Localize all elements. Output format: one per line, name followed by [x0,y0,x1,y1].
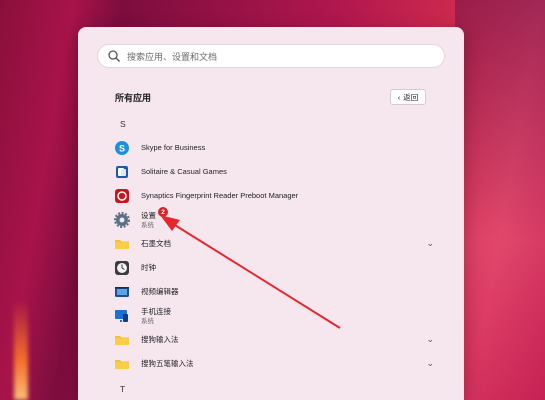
app-name: 搜狗五笔输入法 [141,359,194,368]
app-folder-shimo[interactable]: 石墨文档 ⌄ [114,233,434,255]
clock-icon [114,260,130,276]
app-item-settings[interactable]: 设置 系统 2 [114,207,434,231]
solitaire-icon [114,164,130,180]
app-folder-sogou-wubi[interactable]: 搜狗五笔输入法 ⌄ [114,353,434,375]
search-placeholder[interactable]: 搜索应用、设置和文档 [127,50,217,63]
start-menu: 搜索应用、设置和文档 所有应用 ‹ 返回 S S Skype for Busin… [78,27,464,400]
back-button-label: 返回 [403,92,419,102]
letter-header-t[interactable]: T [120,384,125,394]
folder-icon [114,356,130,372]
app-item-video-editor[interactable]: 视频编辑器 [114,281,434,303]
app-name: 时钟 [141,263,156,272]
svg-text:S: S [119,144,125,154]
app-item-skype[interactable]: S Skype for Business [114,137,434,159]
wallpaper-right-glow [455,0,545,400]
chevron-down-icon[interactable]: ⌄ [426,334,434,345]
phone-link-icon [114,308,130,324]
synaptics-icon [114,188,130,204]
back-button[interactable]: ‹ 返回 [390,89,426,105]
app-item-synaptics[interactable]: Synaptics Fingerprint Reader Preboot Man… [114,185,434,207]
app-name: 搜狗输入法 [141,335,179,344]
folder-icon [114,236,130,252]
all-apps-title: 所有应用 [115,93,152,103]
video-editor-icon [114,284,130,300]
app-name: 手机连接 [141,306,171,316]
app-subtitle: 系统 [141,221,154,229]
app-name: 视频编辑器 [141,287,179,296]
chevron-down-icon[interactable]: ⌄ [426,358,434,369]
skype-icon: S [114,140,130,156]
app-item-clock[interactable]: 时钟 [114,257,434,279]
app-name: 石墨文档 [141,239,171,248]
gear-icon [114,212,130,228]
app-subtitle: 系统 [141,317,154,325]
letter-header-s[interactable]: S [120,119,126,129]
app-item-solitaire[interactable]: Solitaire & Casual Games [114,161,434,183]
app-name: Synaptics Fingerprint Reader Preboot Man… [141,191,299,200]
app-name: Skype for Business [141,143,206,152]
app-name: Solitaire & Casual Games [141,167,227,176]
app-name: 设置 [141,210,156,220]
notification-badge: 2 [158,207,168,217]
wallpaper-light-streak [14,300,28,400]
chevron-down-icon[interactable]: ⌄ [426,238,434,249]
chevron-left-icon: ‹ [397,92,401,102]
search-icon [108,50,120,62]
app-folder-sogou[interactable]: 搜狗输入法 ⌄ [114,329,434,351]
folder-icon [114,332,130,348]
app-item-phone-link[interactable]: 手机连接 系统 [114,305,434,327]
search-box[interactable]: 搜索应用、设置和文档 [97,44,445,68]
